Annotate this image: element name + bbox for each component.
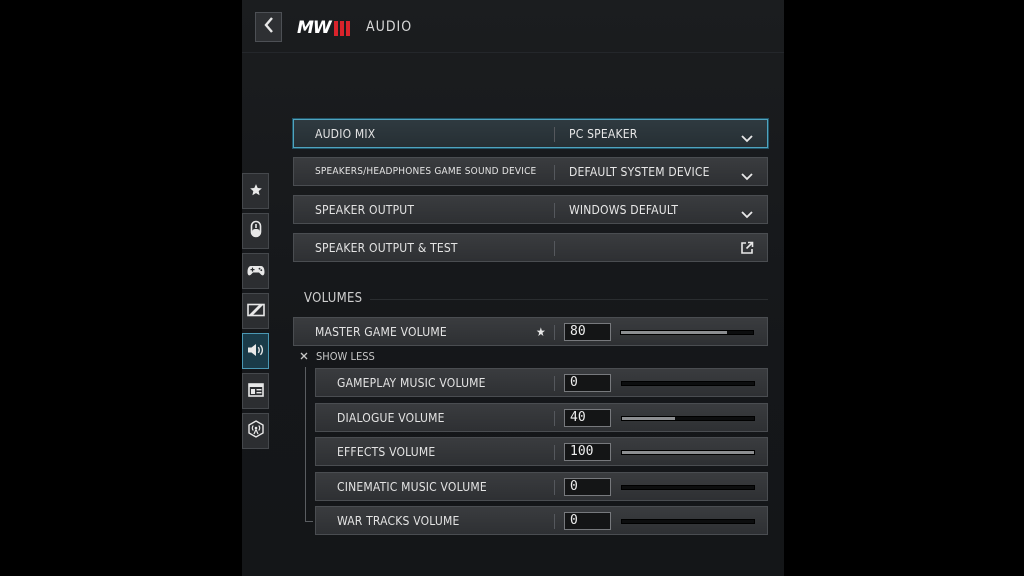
- close-icon: [300, 350, 308, 363]
- volume-value-box[interactable]: 0: [564, 512, 611, 530]
- slider-fill: [622, 451, 754, 454]
- setting-label: SPEAKERS/HEADPHONES GAME SOUND DEVICE: [315, 166, 537, 177]
- speaker-output-dropdown[interactable]: SPEAKER OUTPUT WINDOWS DEFAULT: [293, 195, 768, 224]
- setting-label: GAMEPLAY MUSIC VOLUME: [337, 375, 486, 390]
- divider: [554, 241, 555, 256]
- master-volume-slider[interactable]: MASTER GAME VOLUME ★ 80: [293, 317, 768, 346]
- audio-mix-dropdown[interactable]: AUDIO MIX PC SPEAKER: [293, 119, 768, 148]
- external-link-icon: [740, 240, 754, 259]
- divider: [554, 127, 555, 142]
- setting-label: SPEAKER OUTPUT: [315, 202, 415, 217]
- game-logo: MW: [297, 18, 350, 38]
- tab-favorites[interactable]: [242, 173, 269, 209]
- speaker-test-button[interactable]: SPEAKER OUTPUT & TEST: [293, 233, 768, 262]
- slider-track[interactable]: [621, 381, 755, 386]
- page-title: AUDIO: [366, 19, 413, 35]
- slider-track[interactable]: [621, 450, 755, 455]
- tree-connector-end: [305, 521, 313, 522]
- divider: [554, 165, 555, 180]
- display-icon: [246, 302, 265, 321]
- slider-fill: [621, 331, 727, 334]
- divider: [554, 514, 555, 529]
- slider-track[interactable]: [621, 519, 755, 524]
- divider: [554, 203, 555, 218]
- settings-category-tabs: [242, 173, 269, 453]
- chevron-left-icon: [263, 17, 275, 37]
- setting-value: PC SPEAKER: [569, 126, 638, 141]
- network-icon: [247, 420, 265, 442]
- war-tracks-volume-slider[interactable]: WAR TRACKS VOLUME 0: [315, 506, 768, 535]
- interface-icon: [247, 382, 264, 401]
- chevron-down-icon: [741, 166, 753, 185]
- gameplay-music-volume-slider[interactable]: GAMEPLAY MUSIC VOLUME 0: [315, 368, 768, 397]
- slider-fill: [622, 417, 675, 420]
- volume-value-box[interactable]: 40: [564, 409, 611, 427]
- tab-controller[interactable]: [242, 253, 269, 289]
- divider: [554, 325, 555, 340]
- volumes-section-title: VOLUMES: [304, 291, 363, 306]
- slider-track[interactable]: [621, 485, 755, 490]
- slider-track[interactable]: [620, 330, 754, 335]
- chevron-down-icon: [741, 128, 753, 147]
- volume-value-box[interactable]: 0: [564, 478, 611, 496]
- slider-track[interactable]: [621, 416, 755, 421]
- tab-network[interactable]: [242, 413, 269, 449]
- tree-connector: [305, 367, 306, 522]
- divider: [554, 480, 555, 495]
- logo-bars: [333, 20, 350, 36]
- speaker-icon: [247, 342, 265, 361]
- setting-label: WAR TRACKS VOLUME: [337, 513, 460, 528]
- dialogue-volume-slider[interactable]: DIALOGUE VOLUME 40: [315, 403, 768, 432]
- star-icon[interactable]: ★: [536, 325, 546, 339]
- setting-label: SPEAKER OUTPUT & TEST: [315, 240, 458, 255]
- tab-audio[interactable]: [242, 333, 269, 369]
- tab-interface[interactable]: [242, 373, 269, 409]
- divider: [554, 376, 555, 391]
- logo-text: MW: [297, 18, 332, 38]
- gamepad-icon: [247, 262, 265, 281]
- back-button[interactable]: [255, 12, 282, 42]
- setting-label: AUDIO MIX: [315, 126, 376, 141]
- volume-value-box[interactable]: 0: [564, 374, 611, 392]
- tab-graphics[interactable]: [242, 293, 269, 329]
- volume-value-box[interactable]: 100: [564, 443, 611, 461]
- volume-value-box[interactable]: 80: [564, 323, 611, 341]
- sound-device-dropdown[interactable]: SPEAKERS/HEADPHONES GAME SOUND DEVICE DE…: [293, 157, 768, 186]
- setting-value: WINDOWS DEFAULT: [569, 202, 679, 217]
- divider: [554, 411, 555, 426]
- show-less-toggle[interactable]: SHOW LESS: [300, 350, 375, 363]
- divider: [554, 445, 555, 460]
- effects-volume-slider[interactable]: EFFECTS VOLUME 100: [315, 437, 768, 466]
- setting-label: CINEMATIC MUSIC VOLUME: [337, 479, 487, 494]
- mouse-icon: [250, 220, 262, 242]
- setting-label: MASTER GAME VOLUME: [315, 324, 447, 339]
- setting-label: DIALOGUE VOLUME: [337, 410, 445, 425]
- chevron-down-icon: [741, 204, 753, 223]
- show-less-label: SHOW LESS: [316, 350, 375, 363]
- setting-label: EFFECTS VOLUME: [337, 444, 436, 459]
- tab-mouse[interactable]: [242, 213, 269, 249]
- setting-value: DEFAULT SYSTEM DEVICE: [569, 164, 710, 179]
- cinematic-music-volume-slider[interactable]: CINEMATIC MUSIC VOLUME 0: [315, 472, 768, 501]
- section-divider: [370, 299, 768, 300]
- star-icon: [249, 182, 263, 201]
- header-divider: [242, 52, 784, 53]
